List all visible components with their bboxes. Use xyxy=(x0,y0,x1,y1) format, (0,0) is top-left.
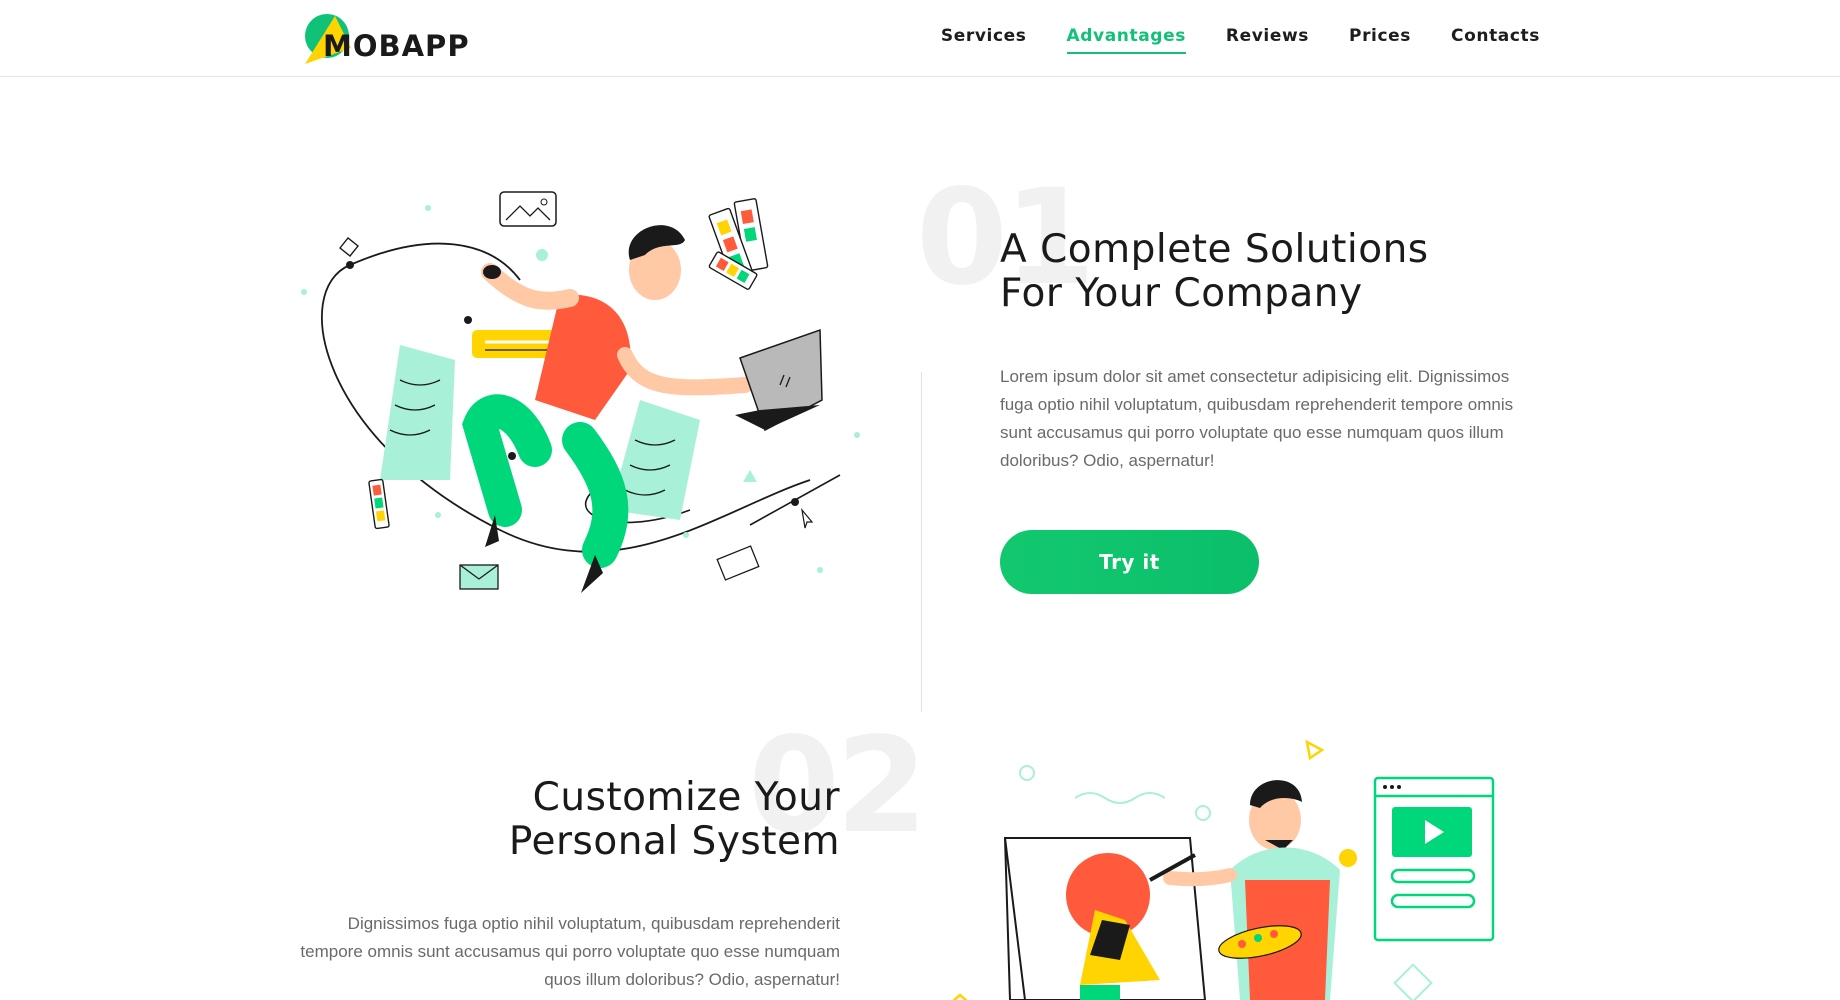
site-header: MOBAPP Services Advantages Reviews Price… xyxy=(0,0,1840,77)
nav-item-prices[interactable]: Prices xyxy=(1349,26,1411,54)
designer-illustration xyxy=(301,191,860,593)
vertical-divider xyxy=(921,372,922,712)
title-line: Personal System xyxy=(508,819,840,864)
painter-illustration xyxy=(952,739,1495,1000)
image-icon xyxy=(499,191,557,227)
paper-sheet-left xyxy=(380,345,455,480)
nav-item-advantages[interactable]: Advantages xyxy=(1066,26,1186,54)
nav-item-contacts[interactable]: Contacts xyxy=(1451,26,1540,54)
title-line: A Complete Solutions xyxy=(1000,227,1429,272)
section-title: A Complete Solutions For Your Company xyxy=(1000,228,1429,316)
envelope-icon xyxy=(459,564,499,590)
logo[interactable]: MOBAPP xyxy=(301,12,471,68)
title-line: For Your Company xyxy=(1000,271,1363,316)
laptop-icon xyxy=(735,328,823,432)
main-nav: Services Advantages Reviews Prices Conta… xyxy=(941,26,1540,54)
pen-tool-icon xyxy=(339,237,359,257)
nav-item-reviews[interactable]: Reviews xyxy=(1226,26,1309,54)
section-title: Customize Your Personal System xyxy=(320,776,840,864)
logo-text: MOBAPP xyxy=(323,29,470,63)
section-body: Lorem ipsum dolor sit amet consectetur a… xyxy=(1000,367,1514,470)
cursor-icon xyxy=(801,507,814,529)
nav-item-services[interactable]: Services xyxy=(941,26,1027,54)
browser-window xyxy=(1373,776,1495,942)
title-line: Customize Your xyxy=(532,775,840,820)
section-body: Dignissimos fuga optio nihil voluptatum,… xyxy=(300,914,840,989)
try-it-button[interactable]: Try it xyxy=(1000,530,1259,594)
